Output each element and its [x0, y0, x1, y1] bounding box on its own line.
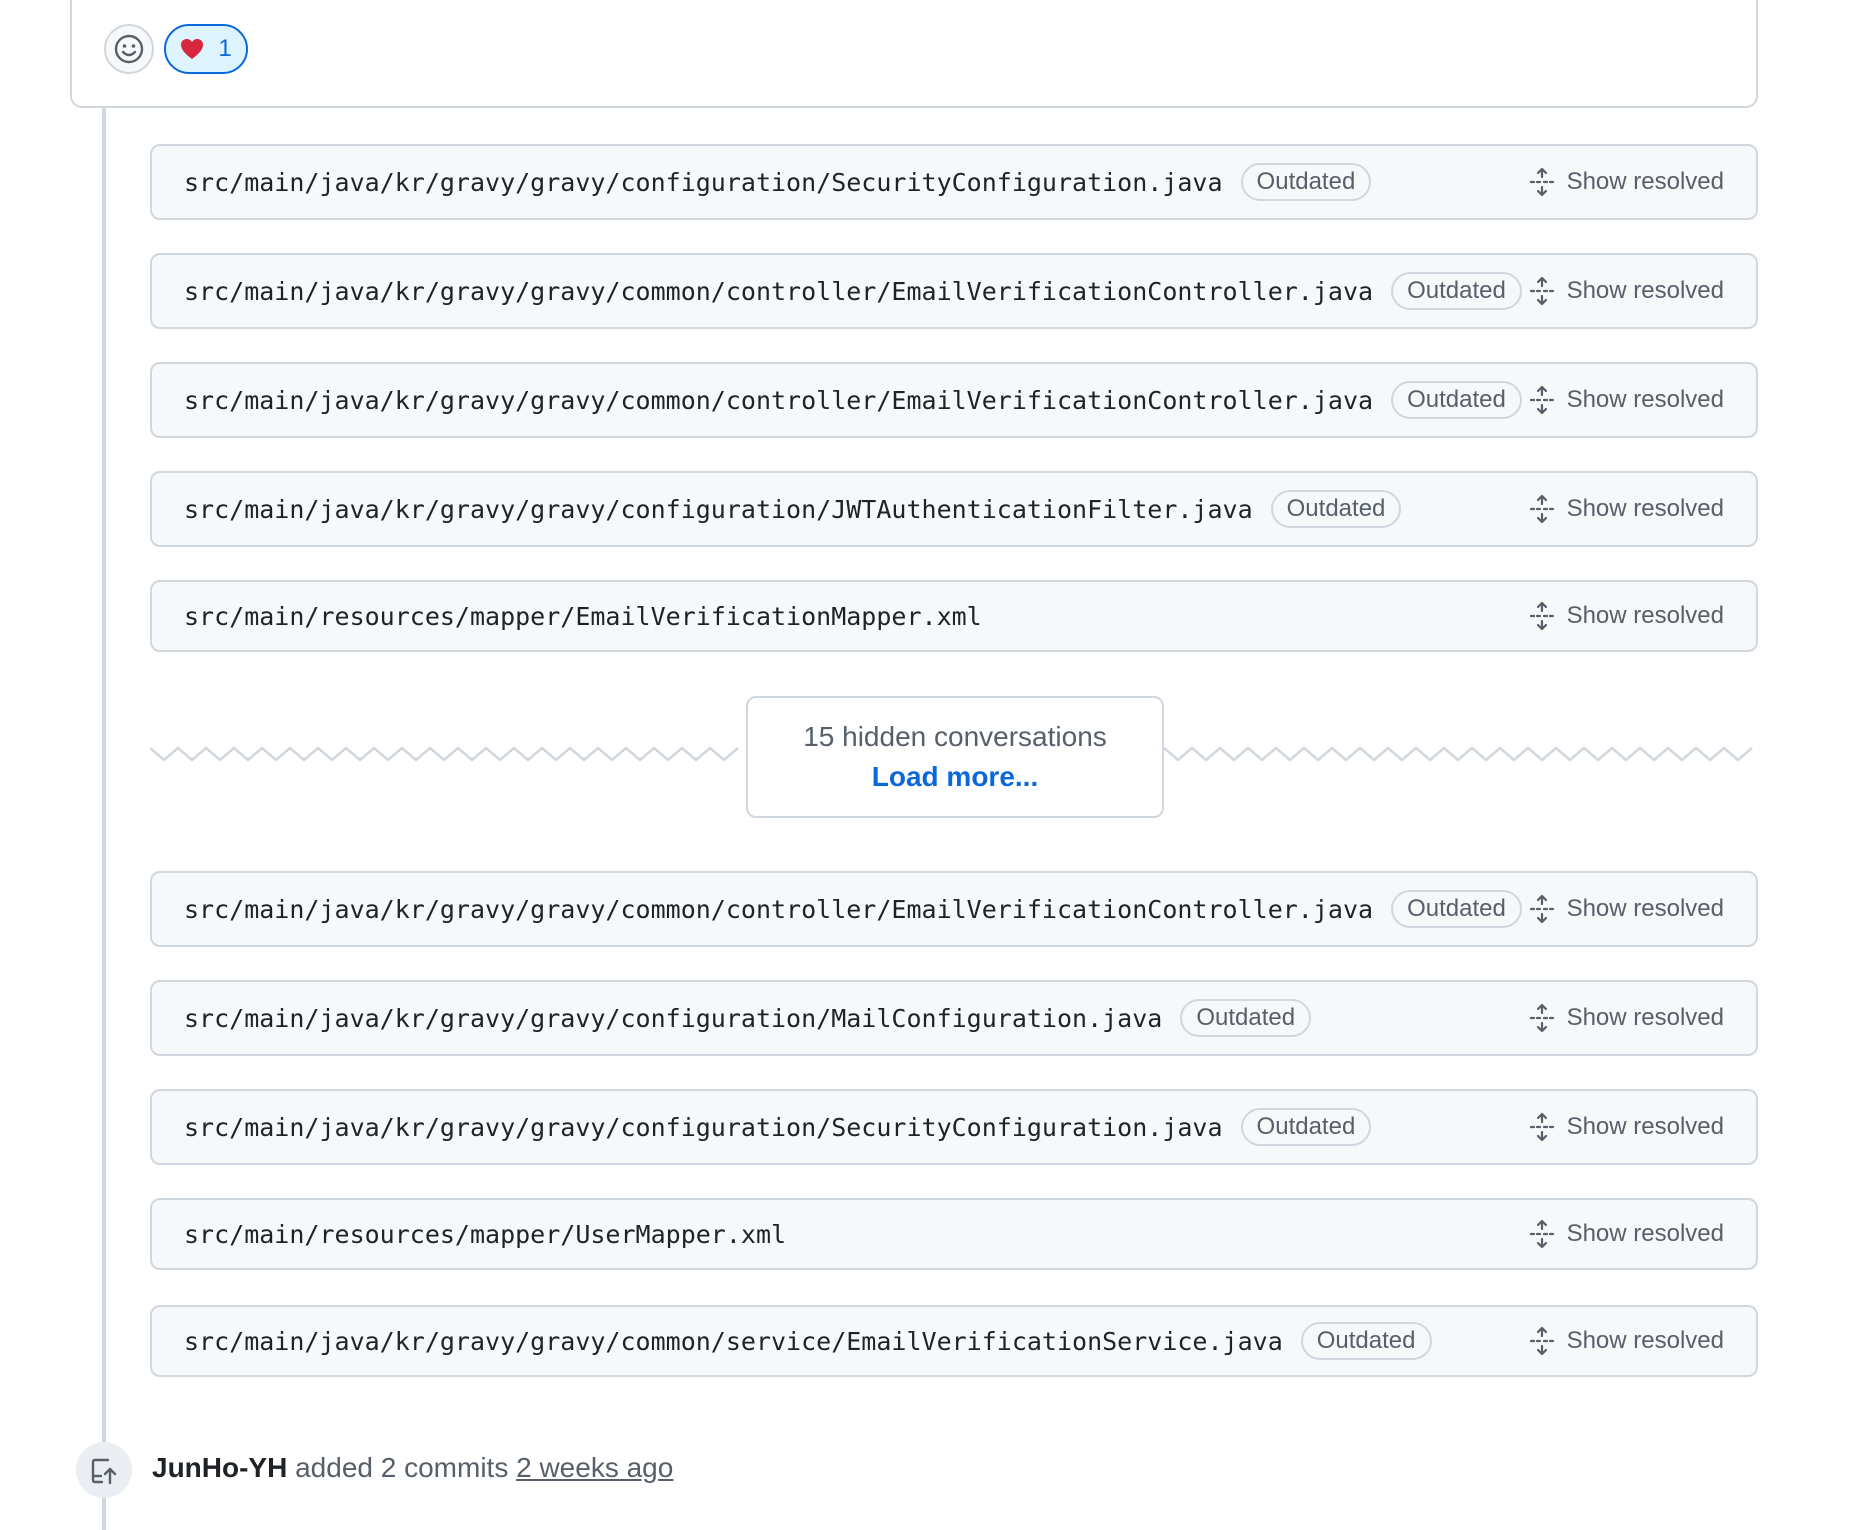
outdated-badge: Outdated [1270, 490, 1402, 528]
show-resolved-button[interactable]: Show resolved [1529, 1219, 1724, 1249]
outdated-badge: Outdated [1391, 890, 1522, 928]
unfold-icon [1529, 1219, 1554, 1249]
unfold-icon [1529, 1003, 1554, 1033]
smiley-icon [114, 34, 144, 64]
show-resolved-label: Show resolved [1566, 1113, 1724, 1140]
resolved-thread[interactable]: src/main/java/kr/gravy/gravy/configurati… [150, 144, 1758, 220]
thread-file-path: src/main/java/kr/gravy/gravy/configurati… [184, 494, 1253, 524]
outdated-badge: Outdated [1240, 163, 1372, 201]
show-resolved-button[interactable]: Show resolved [1529, 276, 1724, 306]
thread-file-path: src/main/resources/mapper/EmailVerificat… [184, 601, 982, 631]
unfold-icon [1529, 385, 1554, 415]
hidden-conversations-box: 15 hidden conversations Load more... [746, 696, 1164, 818]
show-resolved-label: Show resolved [1566, 1220, 1724, 1247]
show-resolved-button[interactable]: Show resolved [1529, 894, 1724, 924]
outdated-badge: Outdated [1180, 999, 1312, 1037]
unfold-icon [1529, 894, 1554, 924]
resolved-thread[interactable]: src/main/java/kr/gravy/gravy/configurati… [150, 980, 1758, 1056]
divider-zigzag-left [150, 746, 739, 762]
show-resolved-label: Show resolved [1566, 168, 1724, 195]
show-resolved-button[interactable]: Show resolved [1529, 1326, 1724, 1356]
unfold-icon [1529, 601, 1554, 631]
resolved-thread[interactable]: src/main/java/kr/gravy/gravy/configurati… [150, 471, 1758, 547]
show-resolved-label: Show resolved [1566, 495, 1724, 522]
show-resolved-button[interactable]: Show resolved [1529, 385, 1724, 415]
thread-file-path: src/main/resources/mapper/UserMapper.xml [184, 1219, 787, 1249]
thread-file-path: src/main/java/kr/gravy/gravy/common/cont… [184, 385, 1374, 415]
show-resolved-label: Show resolved [1566, 602, 1724, 629]
unfold-icon [1529, 1326, 1554, 1356]
resolved-thread[interactable]: src/main/resources/mapper/UserMapper.xml… [150, 1198, 1758, 1270]
resolved-thread[interactable]: src/main/resources/mapper/EmailVerificat… [150, 580, 1758, 652]
reaction-count: 1 [218, 35, 232, 62]
divider-zigzag-right [1164, 746, 1753, 762]
show-resolved-label: Show resolved [1566, 1004, 1724, 1031]
timeline-line [102, 108, 106, 1530]
add-reaction-button[interactable] [104, 24, 154, 74]
resolved-thread[interactable]: src/main/java/kr/gravy/gravy/common/serv… [150, 1305, 1758, 1377]
show-resolved-label: Show resolved [1566, 386, 1724, 413]
outdated-badge: Outdated [1240, 1108, 1372, 1146]
thread-file-path: src/main/java/kr/gravy/gravy/common/cont… [184, 894, 1374, 924]
thread-file-path: src/main/java/kr/gravy/gravy/common/cont… [184, 276, 1374, 306]
show-resolved-label: Show resolved [1566, 895, 1724, 922]
thread-file-path: src/main/java/kr/gravy/gravy/configurati… [184, 167, 1223, 197]
load-more-button[interactable]: Load more... [872, 761, 1038, 793]
comment-footer [70, 0, 1758, 108]
show-resolved-button[interactable]: Show resolved [1529, 1003, 1724, 1033]
show-resolved-label: Show resolved [1566, 1327, 1724, 1354]
resolved-thread[interactable]: src/main/java/kr/gravy/gravy/common/cont… [150, 253, 1758, 329]
event-author-link[interactable]: JunHo-YH [152, 1452, 287, 1483]
hidden-conversations-count: 15 hidden conversations [803, 721, 1107, 752]
resolved-thread[interactable]: src/main/java/kr/gravy/gravy/configurati… [150, 1089, 1758, 1165]
show-resolved-label: Show resolved [1566, 277, 1724, 304]
heart-emoji-icon [181, 39, 204, 59]
unfold-icon [1529, 167, 1554, 197]
unfold-icon [1529, 1112, 1554, 1142]
event-action-text: added 2 commits [295, 1452, 509, 1483]
push-commits-icon [76, 1442, 132, 1498]
unfold-icon [1529, 494, 1554, 524]
outdated-badge: Outdated [1300, 1322, 1432, 1360]
thread-file-path: src/main/java/kr/gravy/gravy/configurati… [184, 1112, 1223, 1142]
heart-reaction-button[interactable]: 1 [164, 24, 248, 74]
show-resolved-button[interactable]: Show resolved [1529, 1112, 1724, 1142]
outdated-badge: Outdated [1391, 381, 1522, 419]
thread-file-path: src/main/java/kr/gravy/gravy/configurati… [184, 1003, 1163, 1033]
show-resolved-button[interactable]: Show resolved [1529, 601, 1724, 631]
timeline-event: JunHo-YH added 2 commits 2 weeks ago [152, 1452, 673, 1484]
outdated-badge: Outdated [1391, 272, 1522, 310]
unfold-icon [1529, 276, 1554, 306]
show-resolved-button[interactable]: Show resolved [1529, 167, 1724, 197]
event-time-link[interactable]: 2 weeks ago [516, 1452, 673, 1483]
resolved-thread[interactable]: src/main/java/kr/gravy/gravy/common/cont… [150, 362, 1758, 438]
resolved-thread[interactable]: src/main/java/kr/gravy/gravy/common/cont… [150, 871, 1758, 947]
show-resolved-button[interactable]: Show resolved [1529, 494, 1724, 524]
thread-file-path: src/main/java/kr/gravy/gravy/common/serv… [184, 1326, 1283, 1356]
